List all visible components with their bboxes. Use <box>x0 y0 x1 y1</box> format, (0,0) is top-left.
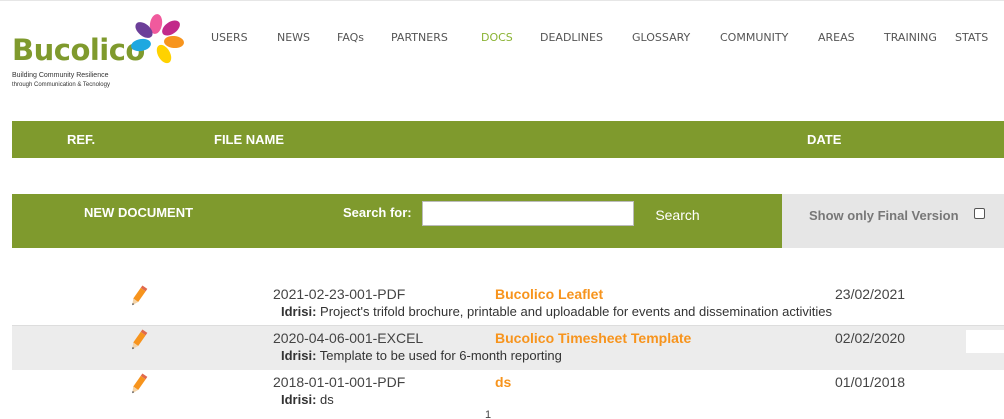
nav-news[interactable]: NEWS <box>277 31 310 44</box>
document-ref: 2018-01-01-001-PDF <box>273 374 406 390</box>
document-description-text: Template to be used for 6-month reportin… <box>319 348 562 363</box>
logo[interactable]: Bucolico Building Community Resilience t… <box>12 14 184 96</box>
document-name-link[interactable]: ds <box>495 374 511 390</box>
final-version-filter: Show only Final Version <box>782 194 1004 248</box>
nav-faqs[interactable]: FAQs <box>337 31 364 44</box>
new-document-button[interactable]: NEW DOCUMENT <box>84 205 193 220</box>
document-author: Idrisi: <box>281 348 317 363</box>
document-date: 23/02/2021 <box>835 286 906 302</box>
table-header: REF. FILE NAME DATE <box>12 121 1004 158</box>
top-border <box>0 0 1004 1</box>
nav-deadlines[interactable]: DEADLINES <box>540 31 603 44</box>
document-description: Idrisi: Project's trifold brochure, prin… <box>281 304 832 319</box>
table-row: 2018-01-01-001-PDF ds 01/01/2018 Idrisi:… <box>12 370 1004 414</box>
document-name-link[interactable]: Bucolico Leaflet <box>495 286 603 302</box>
flower-logo-icon <box>131 14 184 64</box>
header-date: DATE <box>807 132 842 147</box>
document-description: Idrisi: ds <box>281 392 334 407</box>
table-row: 2021-02-23-001-PDF Bucolico Leaflet 23/0… <box>12 282 1004 326</box>
document-description: Idrisi: Template to be used for 6-month … <box>281 348 562 363</box>
header-file-name: FILE NAME <box>214 132 285 147</box>
row-action-box <box>966 330 1004 353</box>
document-ref: 2020-04-06-001-EXCEL <box>273 330 424 346</box>
search-button[interactable]: Search <box>640 195 715 234</box>
final-version-checkbox-icon[interactable] <box>974 208 985 219</box>
document-date: 02/02/2020 <box>835 330 906 346</box>
logo-tagline-2: through Communication & Tecnology <box>12 82 110 88</box>
document-ref: 2021-02-23-001-PDF <box>273 286 406 302</box>
nav-docs[interactable]: DOCS <box>481 31 513 44</box>
nav-stats[interactable]: STATS <box>955 31 988 44</box>
document-author: Idrisi: <box>281 304 317 319</box>
nav-glossary[interactable]: GLOSSARY <box>632 31 690 44</box>
nav-users[interactable]: USERS <box>211 31 248 44</box>
document-name-link[interactable]: Bucolico Timesheet Template <box>495 330 691 346</box>
table-row: 2020-04-06-001-EXCEL Bucolico Timesheet … <box>12 326 1004 370</box>
pagination-current[interactable]: 1 <box>485 409 491 419</box>
search-label: Search for: <box>343 205 412 220</box>
pencil-icon[interactable] <box>125 328 151 354</box>
logo-tagline-1: Building Community Resilience <box>12 72 109 79</box>
action-bar: NEW DOCUMENT Search for: Search <box>12 194 782 248</box>
logo-wordmark: Bucolico <box>12 33 145 67</box>
document-description-text: Project's trifold brochure, printable an… <box>320 304 832 319</box>
search-input[interactable] <box>422 201 634 226</box>
document-description-text: ds <box>320 392 334 407</box>
pencil-icon[interactable] <box>125 284 151 310</box>
nav-partners[interactable]: PARTNERS <box>391 31 448 44</box>
nav-areas[interactable]: AREAS <box>818 31 855 44</box>
document-author: Idrisi: <box>281 392 317 407</box>
nav-training[interactable]: TRAINING <box>884 31 937 44</box>
final-version-label: Show only Final Version <box>809 208 959 223</box>
pencil-icon[interactable] <box>125 372 151 398</box>
document-date: 01/01/2018 <box>835 374 906 390</box>
nav-community[interactable]: COMMUNITY <box>720 31 788 44</box>
header-ref: REF. <box>67 132 96 147</box>
